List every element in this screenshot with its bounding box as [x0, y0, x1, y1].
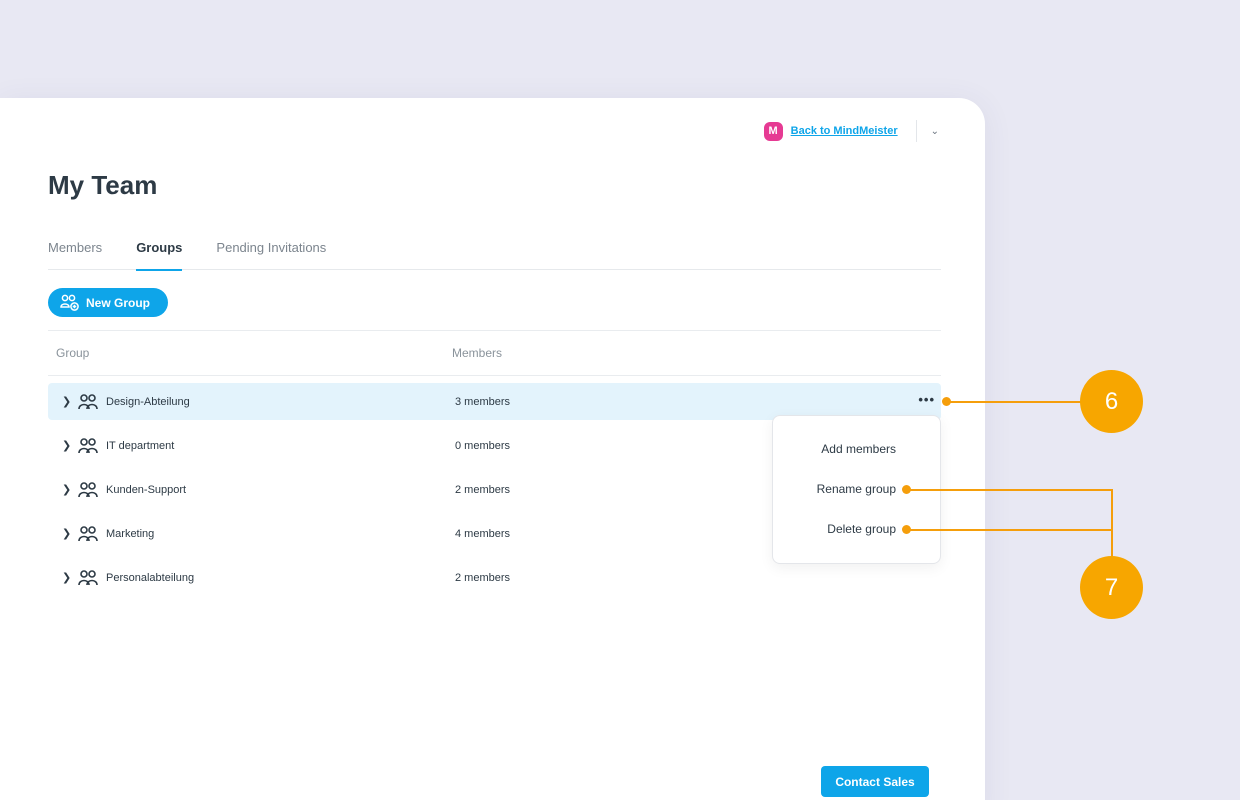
tab-pending-invitations[interactable]: Pending Invitations — [216, 240, 326, 270]
callout-6: 6 — [1080, 370, 1143, 433]
more-options-icon[interactable]: ••• — [918, 392, 935, 407]
chevron-down-icon[interactable]: ⌄ — [931, 126, 939, 137]
group-name: Personalabteilung — [106, 571, 195, 584]
page-title: My Team — [48, 170, 158, 200]
member-count: 4 members — [455, 527, 511, 540]
contact-sales-button[interactable]: Contact Sales — [821, 766, 929, 797]
chevron-right-icon[interactable]: ❯ — [62, 571, 72, 584]
group-name: Kunden-Support — [106, 483, 187, 496]
top-bar: M Back to MindMeister ⌄ — [763, 120, 939, 142]
group-name: Design-Abteilung — [106, 395, 190, 408]
callout-7: 7 — [1080, 556, 1143, 619]
divider — [48, 375, 941, 376]
topbar-divider — [915, 120, 917, 142]
chevron-right-icon[interactable]: ❯ — [62, 395, 72, 408]
group-icon — [78, 437, 98, 454]
group-icon — [78, 525, 98, 542]
member-count: 2 members — [455, 483, 511, 496]
chevron-right-icon[interactable]: ❯ — [62, 527, 72, 540]
annotation-line — [946, 401, 1086, 403]
team-panel: M Back to MindMeister ⌄ My Team Members … — [0, 98, 985, 800]
new-group-label: New Group — [86, 295, 151, 310]
back-to-mindmeister-link[interactable]: Back to MindMeister — [791, 125, 898, 137]
tab-members[interactable]: Members — [48, 240, 102, 270]
column-header-members: Members — [452, 346, 503, 360]
chevron-right-icon[interactable]: ❯ — [62, 439, 72, 452]
group-name: Marketing — [106, 527, 155, 540]
group-name: IT department — [106, 439, 175, 452]
menu-item-rename-group[interactable]: Rename group — [817, 482, 896, 496]
menu-item-delete-group[interactable]: Delete group — [827, 522, 896, 536]
member-count: 2 members — [455, 571, 511, 584]
divider — [48, 330, 941, 331]
tab-bar: Members Groups Pending Invitations — [48, 240, 941, 271]
annotation-line — [906, 529, 1113, 531]
new-group-button[interactable]: New Group — [48, 288, 169, 317]
group-icon — [78, 481, 98, 498]
member-count: 3 members — [455, 395, 511, 408]
menu-item-add-members[interactable]: Add members — [821, 442, 896, 456]
chevron-right-icon[interactable]: ❯ — [62, 483, 72, 496]
tab-groups[interactable]: Groups — [136, 240, 183, 271]
annotation-line — [906, 489, 1113, 491]
add-group-icon — [60, 294, 79, 311]
annotation-line — [1111, 489, 1113, 559]
table-row[interactable]: ❯ Personalabteilung 2 members — [48, 559, 941, 596]
column-header-group: Group — [56, 346, 90, 360]
member-count: 0 members — [455, 439, 511, 452]
mindmeister-logo-icon: M — [763, 121, 783, 141]
group-icon — [78, 569, 98, 586]
group-icon — [78, 393, 98, 410]
